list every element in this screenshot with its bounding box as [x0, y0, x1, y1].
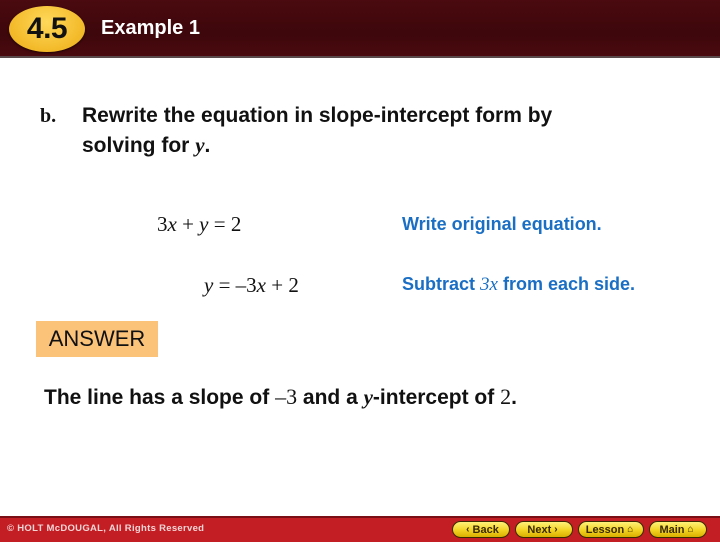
answer-text: The line has a slope of –3 and a y-inter… — [44, 384, 517, 409]
home-icon: ⌂ — [687, 524, 694, 535]
prompt-line-1: Rewrite the equation in slope-intercept … — [82, 104, 553, 127]
prompt-variable: y — [195, 133, 205, 157]
footer-bar: © HOLT McDOUGAL, All Rights Reserved ‹ Ba… — [0, 516, 720, 542]
home-icon: ⌂ — [627, 524, 634, 535]
equation-original: 3x + y = 2 — [157, 212, 242, 236]
prompt-period: . — [204, 134, 211, 157]
section-badge: 4.5 — [9, 6, 85, 52]
header-bar: 4.5 Example 1 — [0, 0, 720, 58]
back-button[interactable]: ‹ Back — [452, 521, 510, 538]
step-note-2: Subtract 3x from each side. — [402, 274, 636, 295]
step-note-1: Write original equation. — [402, 214, 602, 234]
equation-solved: y = –3x + 2 — [204, 273, 299, 297]
main-button[interactable]: Main ⌂ — [649, 521, 707, 538]
copyright-text: © HOLT McDOUGAL, All Rights Reserved — [7, 523, 205, 534]
chevron-right-icon: › — [554, 524, 558, 535]
chevron-left-icon: ‹ — [466, 524, 470, 535]
answer-label: ANSWER — [36, 321, 158, 357]
section-number: 4.5 — [26, 12, 68, 45]
next-button[interactable]: Next › — [515, 521, 573, 538]
problem-prompt: b. Rewrite the equation in slope-intercep… — [40, 101, 552, 160]
problem-label: b. — [40, 105, 57, 127]
prompt-line-2: solving for — [82, 134, 196, 157]
page-title: Example 1 — [101, 17, 200, 39]
lesson-button[interactable]: Lesson ⌂ — [578, 521, 644, 538]
